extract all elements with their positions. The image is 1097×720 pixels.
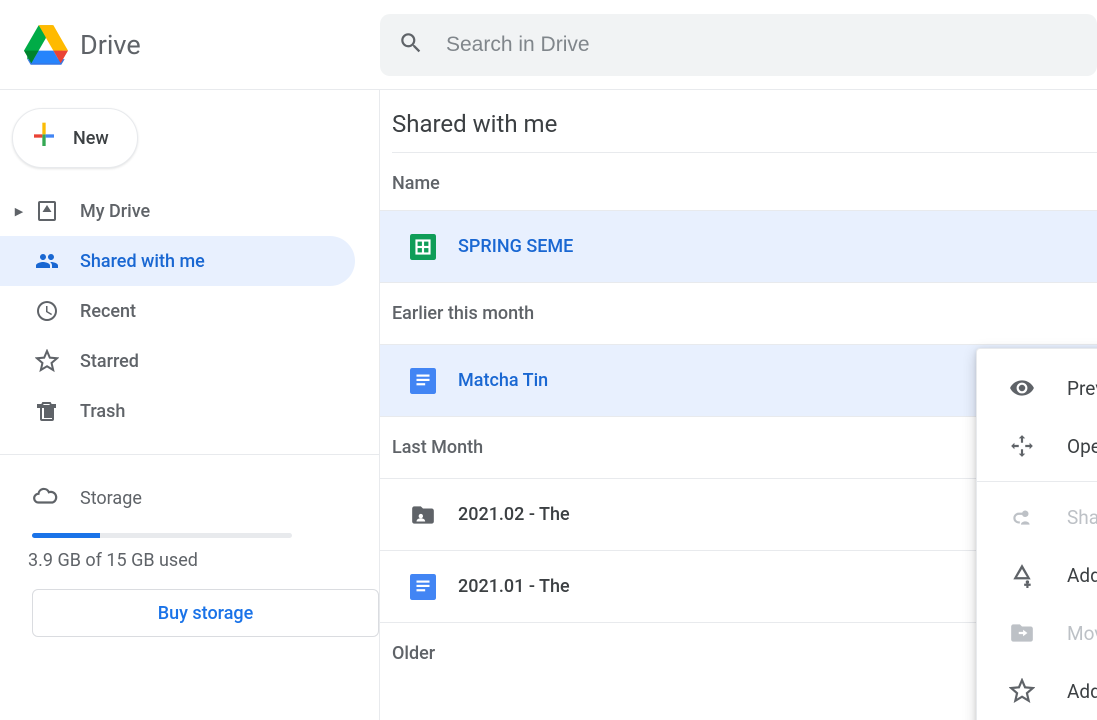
ctx-label: Share [1067, 506, 1097, 529]
storage-used-text: 3.9 GB of 15 GB used [28, 550, 379, 571]
cloud-icon [32, 483, 58, 513]
ctx-label: Preview [1067, 377, 1097, 400]
share-icon [1007, 504, 1037, 530]
docs-icon [410, 574, 436, 600]
plus-icon [29, 121, 59, 155]
file-name: 2021.02 - The [458, 504, 570, 525]
add-shortcut-icon [1007, 562, 1037, 588]
ctx-label: Open with [1067, 435, 1097, 458]
expand-icon[interactable]: ▶ [10, 205, 28, 218]
column-header-name[interactable]: Name [380, 153, 1097, 210]
search-icon [398, 30, 424, 60]
storage-bar-fill [32, 533, 100, 538]
ctx-label: Add shortcut to Drive [1067, 564, 1097, 587]
section-earlier-this-month: Earlier this month [380, 282, 1097, 344]
shared-folder-icon [410, 502, 436, 528]
nav-label: Shared with me [80, 251, 205, 272]
recent-icon [32, 299, 62, 323]
buy-storage-button[interactable]: Buy storage [32, 589, 379, 637]
docs-icon [410, 368, 436, 394]
divider [977, 481, 1097, 482]
my-drive-icon [32, 199, 62, 223]
sidebar-item-trash[interactable]: Trash [0, 386, 355, 436]
shared-icon [32, 249, 62, 273]
context-menu-add-shortcut[interactable]: Add shortcut to Drive [977, 546, 1097, 604]
sidebar-item-starred[interactable]: Starred [0, 336, 355, 386]
context-menu-preview[interactable]: Preview [977, 359, 1097, 417]
storage-bar [32, 533, 292, 538]
nav-label: My Drive [80, 201, 150, 222]
star-icon [1007, 678, 1037, 704]
context-menu-move-to: Move to [977, 604, 1097, 662]
file-name: SPRING SEME [458, 236, 573, 257]
sidebar-item-storage[interactable]: Storage [0, 469, 379, 523]
file-row[interactable]: SPRING SEME [380, 210, 1097, 282]
nav-label: Starred [80, 351, 139, 372]
ctx-label: Move to [1067, 622, 1097, 645]
context-menu: Preview Open with ❯ Share [976, 348, 1097, 720]
product-name: Drive [80, 29, 141, 61]
search-input[interactable] [444, 32, 1097, 58]
trash-icon [32, 399, 62, 423]
context-menu-open-with[interactable]: Open with ❯ [977, 417, 1097, 475]
logo-area[interactable]: Drive [0, 23, 380, 67]
sidebar-item-my-drive[interactable]: ▶ My Drive [0, 186, 355, 236]
app-header: Drive [0, 0, 1097, 90]
eye-icon [1007, 375, 1037, 401]
context-menu-add-to-starred[interactable]: Add to Starred [977, 662, 1097, 720]
divider [0, 454, 379, 455]
nav-label: Trash [80, 401, 125, 422]
sidebar-item-shared-with-me[interactable]: Shared with me [0, 236, 355, 286]
file-name: 2021.01 - The [458, 576, 570, 597]
sidebar-nav: ▶ My Drive Shared with me [0, 186, 379, 454]
new-button[interactable]: New [12, 108, 138, 168]
context-menu-share: Share [977, 488, 1097, 546]
sheets-icon [410, 234, 436, 260]
ctx-label: Add to Starred [1067, 680, 1097, 703]
new-button-label: New [73, 128, 109, 149]
star-icon [32, 349, 62, 373]
move-to-icon [1007, 620, 1037, 646]
drive-logo-icon [24, 23, 68, 67]
storage-label: Storage [80, 488, 142, 509]
page-title: Shared with me [380, 106, 1097, 152]
open-with-icon [1007, 433, 1037, 459]
main-content: Shared with me Name SPRING SEME Earlier … [380, 90, 1097, 720]
sidebar-item-recent[interactable]: Recent [0, 286, 355, 336]
file-name: Matcha Tin [458, 370, 548, 391]
sidebar: New ▶ My Drive Shared with me [0, 90, 380, 720]
nav-label: Recent [80, 301, 136, 322]
search-bar[interactable] [380, 14, 1097, 76]
